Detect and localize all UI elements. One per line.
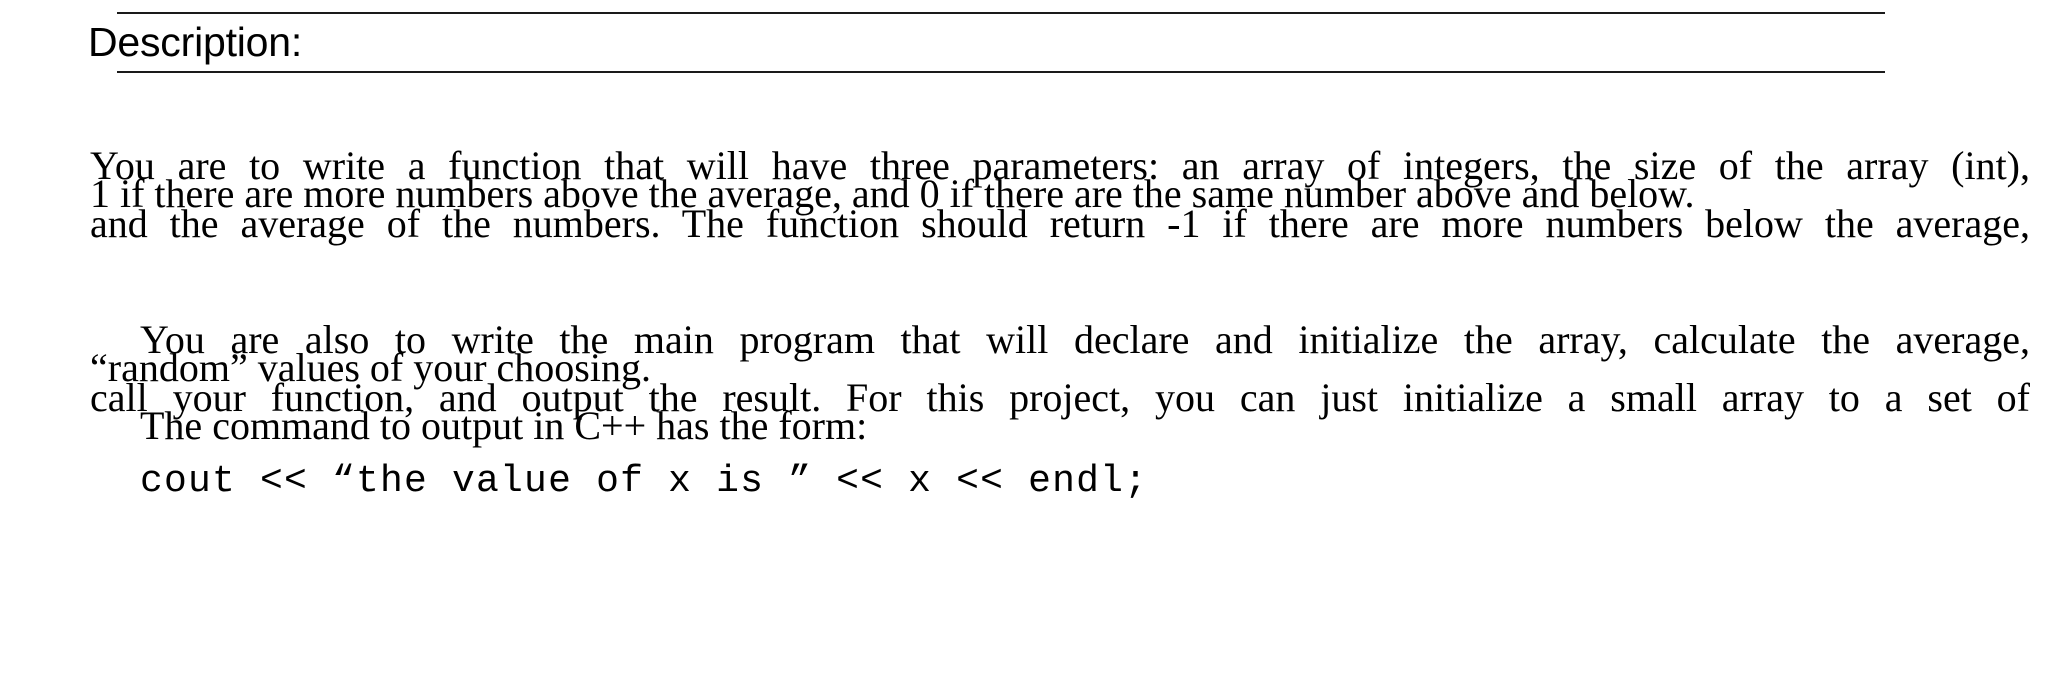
code-sample-cout: cout << “the value of x is ” << x << end… (140, 460, 1149, 503)
paragraph-1-line-3: 1 if there are more numbers above the av… (90, 171, 1695, 216)
document-page: Description: You are to write a function… (0, 0, 2052, 696)
paragraph-3-line-1: The command to output in C++ has the for… (140, 403, 868, 448)
heading-rule-top (117, 12, 1885, 14)
paragraph-2-line-3: “random” values of your choosing. (90, 345, 651, 390)
